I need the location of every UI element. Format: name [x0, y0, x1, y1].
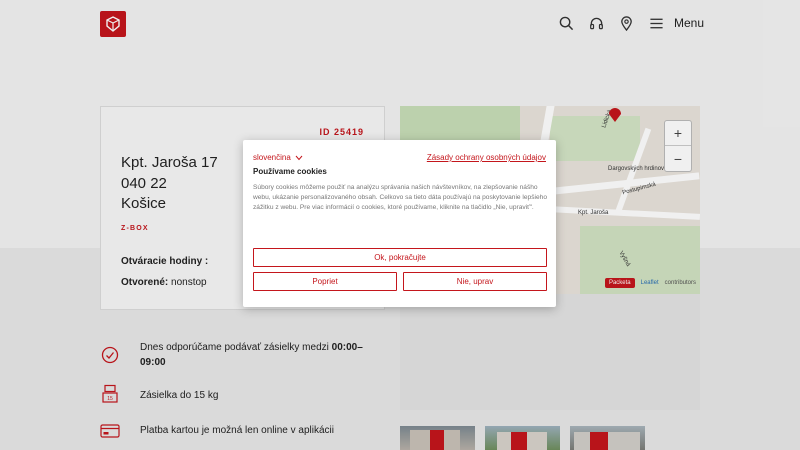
cookie-consent-dialog: slovenčina Zásady ochrany osobných údajo…: [243, 140, 556, 307]
cookie-description: Súbory cookies môžeme použiť na analýzu …: [253, 184, 547, 211]
language-label: slovenčina: [253, 153, 291, 162]
cookie-title: Používame cookies: [253, 167, 327, 176]
chevron-down-icon: [295, 155, 303, 160]
customize-cookies-button[interactable]: Nie, uprav: [403, 272, 547, 291]
language-selector[interactable]: slovenčina: [253, 153, 303, 162]
accept-cookies-button[interactable]: Ok, pokračujte: [253, 248, 547, 267]
privacy-policy-link[interactable]: Zásady ochrany osobných údajov: [427, 153, 546, 162]
reject-cookies-button[interactable]: Popriet: [253, 272, 397, 291]
